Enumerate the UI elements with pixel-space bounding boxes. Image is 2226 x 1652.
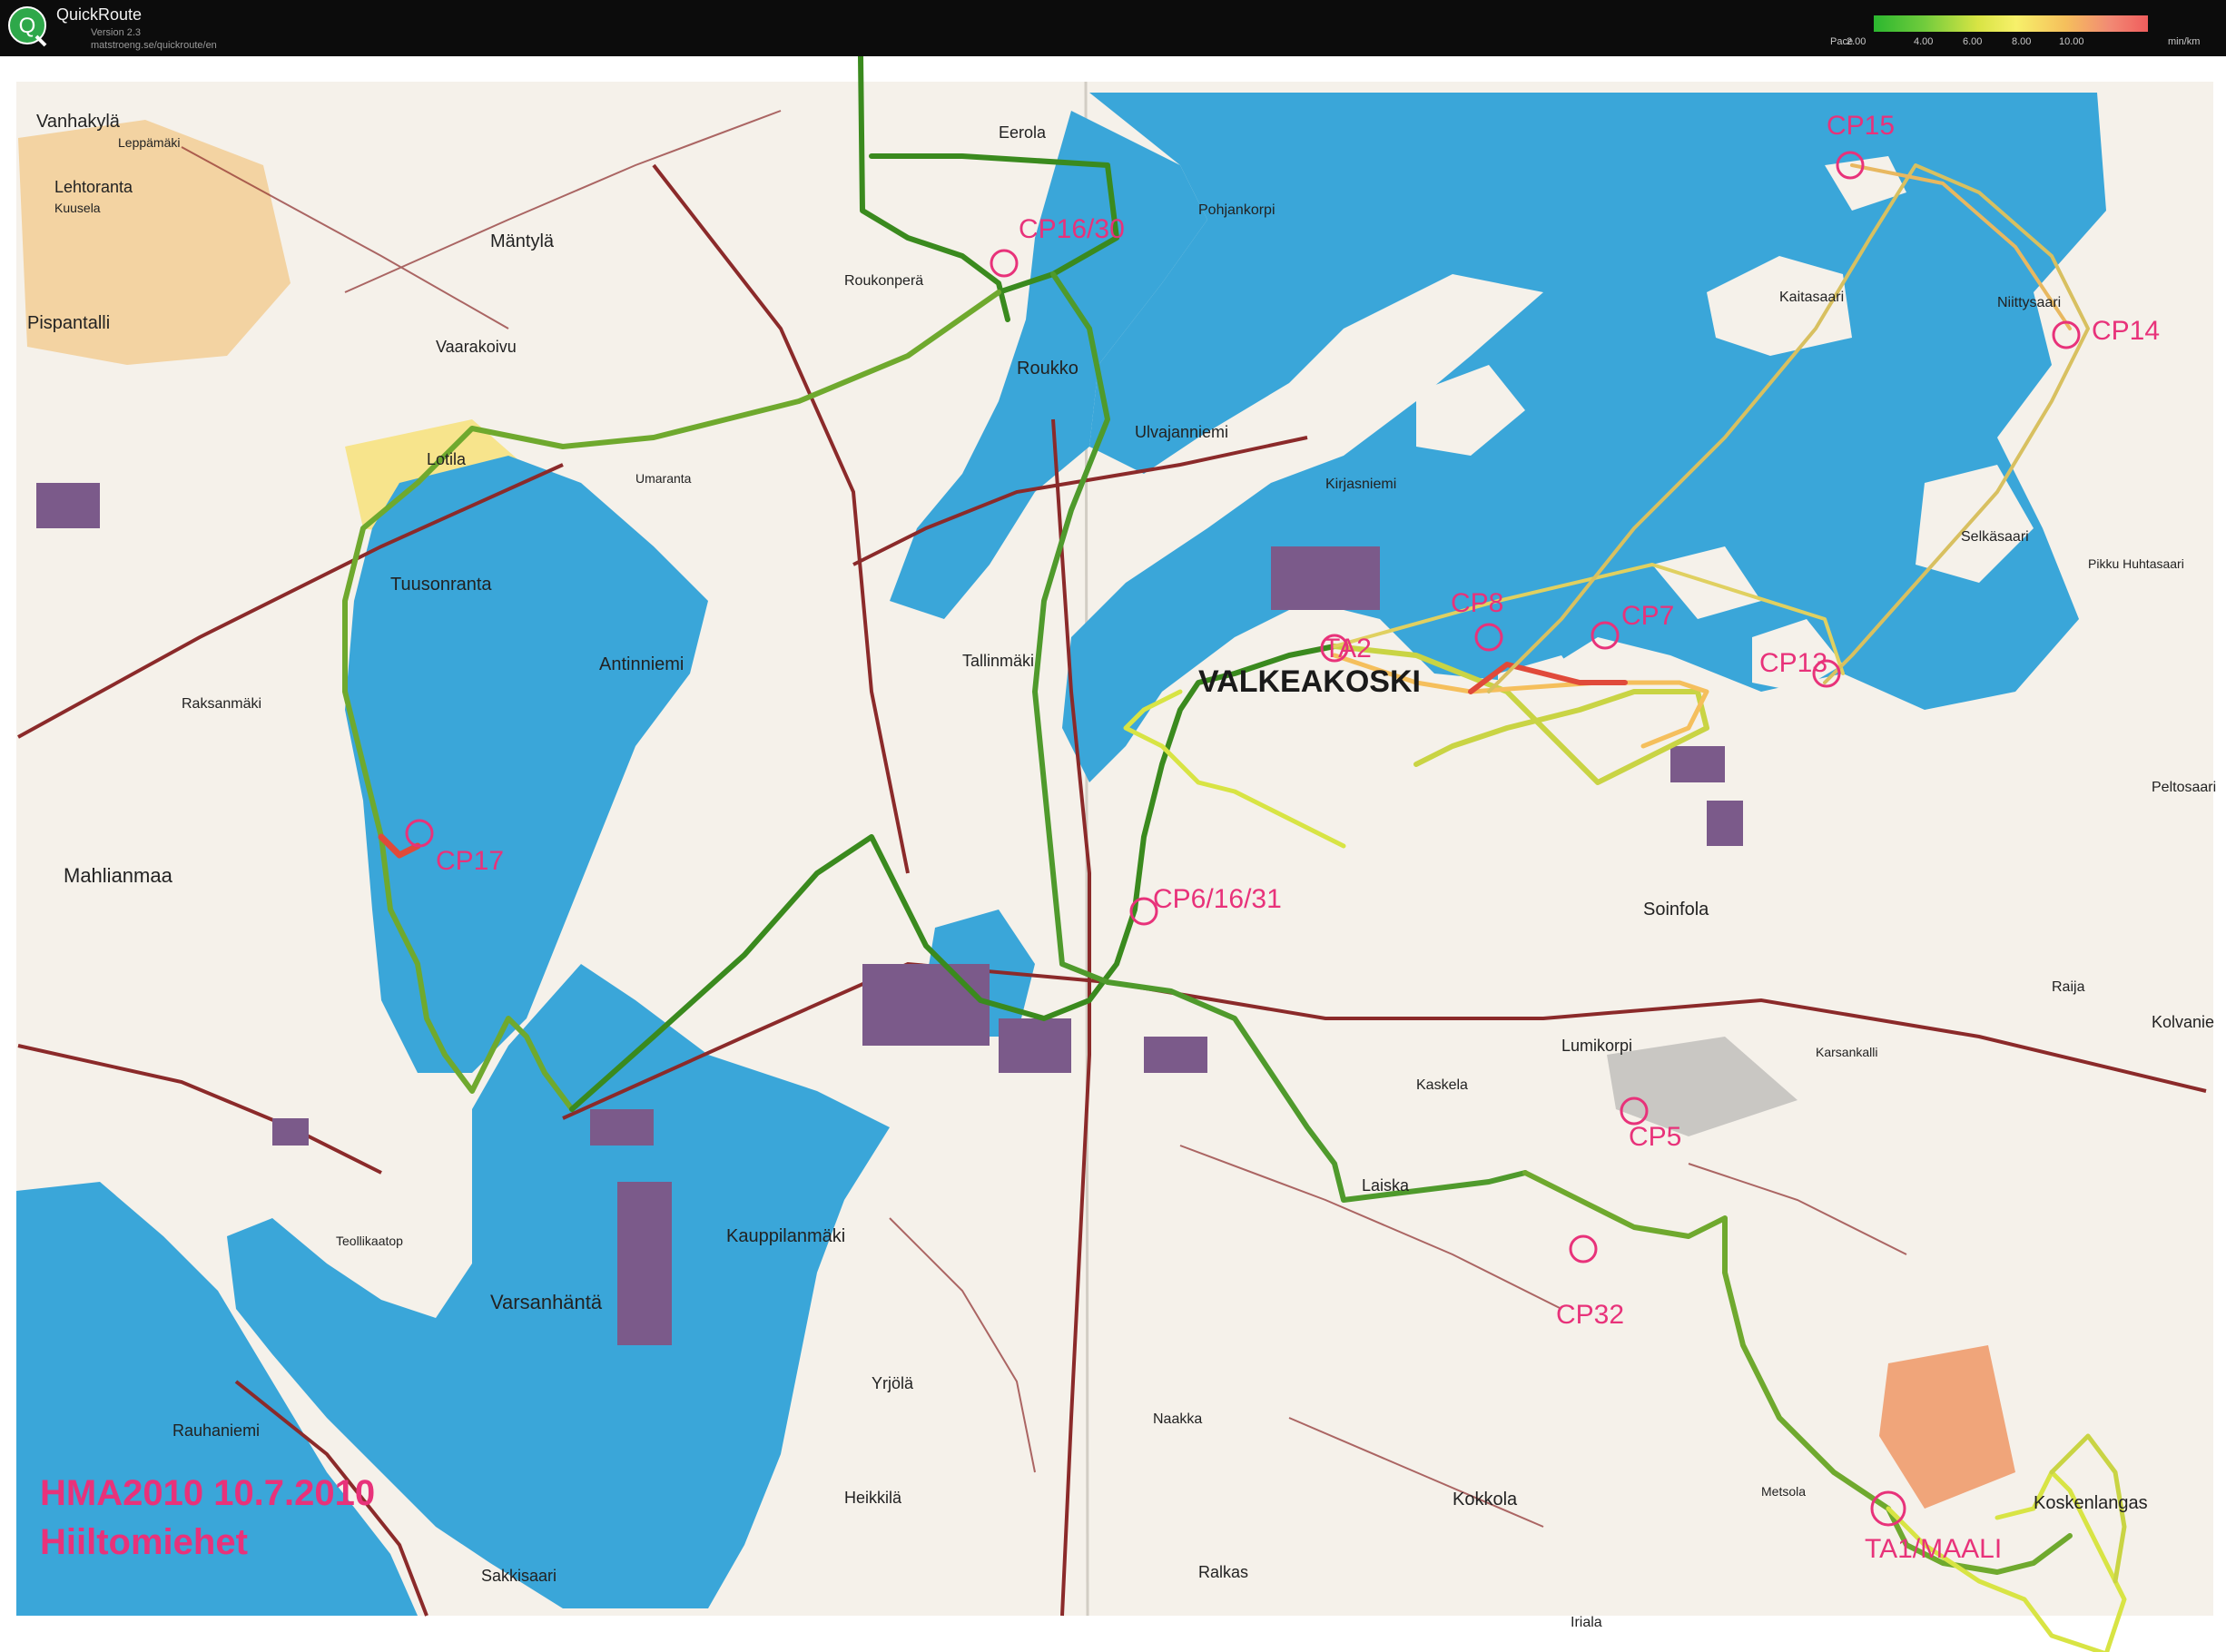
pace-tick: 6.00 (1963, 36, 1983, 47)
label-vanhakyla: Vanhakylä (36, 112, 121, 132)
label-peltosaari: Peltosaari (2152, 780, 2216, 795)
label-soinfola: Soinfola (1643, 900, 1709, 919)
label-heikkila: Heikkilä (844, 1489, 902, 1507)
label-sakkisaari: Sakkisaari (481, 1567, 556, 1585)
label-pispantalli: Pispantalli (27, 313, 110, 333)
label-naakka: Naakka (1153, 1411, 1202, 1427)
app-name: QuickRoute (56, 5, 143, 24)
label-roukko: Roukko (1017, 359, 1079, 379)
label-kaskela: Kaskela (1416, 1077, 1468, 1093)
label-kauppilanmaki: Kauppilanmäki (726, 1226, 845, 1246)
label-tuusonranta: Tuusonranta (390, 575, 492, 595)
label-kaitasaari: Kaitasaari (1779, 290, 1844, 305)
label-ralkas: Ralkas (1198, 1563, 1248, 1581)
label-rauhaniemi: Rauhaniemi (172, 1421, 260, 1440)
label-mahlianmaa: Mahlianmaa (64, 864, 173, 887)
pace-tick: 8.00 (2012, 36, 2032, 47)
svg-text:Q: Q (19, 14, 36, 38)
map-canvas[interactable]: CP15 CP14 CP13 CP7 CP8 TA2 CP17 CP16/30 … (0, 56, 2226, 1652)
pace-unit: min/km (2168, 36, 2201, 47)
label-tallinmaki: Tallinmäki (962, 652, 1034, 670)
label-roukonpera: Roukonperä (844, 273, 923, 289)
pace-tick: 2.00 (1847, 36, 1866, 47)
control-cp14: CP14 (2092, 316, 2160, 346)
label-umaranta: Umaranta (635, 471, 692, 486)
pace-color-scale (1874, 15, 2148, 32)
app-version: Version 2.3 (91, 27, 142, 38)
control-ta2: TA2 (1324, 634, 1372, 664)
label-valkeakoski: VALKEAKOSKI (1198, 664, 1421, 699)
label-leppamaki: Leppämäki (118, 135, 181, 150)
control-cp15: CP15 (1827, 111, 1895, 141)
label-iriala: Iriala (1571, 1615, 1602, 1630)
control-cp8: CP8 (1451, 588, 1503, 618)
label-pikku-huhtasaari: Pikku Huhtasaari (2088, 556, 2184, 571)
control-cp16: CP16/30 (1019, 214, 1125, 244)
label-raija: Raija (2052, 979, 2085, 995)
label-laiska: Laiska (1362, 1176, 1410, 1195)
label-varsanhanta: Varsanhäntä (490, 1291, 603, 1313)
label-ulvajanniemi: Ulvajanniemi (1135, 423, 1228, 441)
label-kokkola: Kokkola (1453, 1490, 1518, 1509)
control-cp13: CP13 (1759, 648, 1827, 678)
label-karsankalli: Karsankalli (1816, 1045, 1877, 1059)
control-cp7: CP7 (1621, 601, 1674, 631)
app-url: matstroeng.se/quickroute/en (91, 40, 217, 51)
label-lumikorpi: Lumikorpi (1561, 1037, 1632, 1055)
label-metsola: Metsola (1761, 1484, 1806, 1499)
label-teollikaatop: Teollikaatop (336, 1234, 403, 1248)
app-header: Q QuickRoute Version 2.3 matstroeng.se/q… (0, 0, 2226, 56)
label-koskenlangas: Koskenlangas (2034, 1493, 2148, 1513)
label-niittysaari: Niittysaari (1997, 295, 2061, 310)
event-subtitle: Hiiltomiehet (40, 1522, 248, 1562)
control-cp17: CP17 (436, 846, 504, 876)
label-kirjasniemi: Kirjasniemi (1325, 477, 1396, 492)
label-lotila: Lotila (427, 450, 467, 468)
quickroute-logo-icon: Q (8, 6, 47, 47)
label-antinniemi: Antinniemi (599, 654, 684, 674)
label-pohjankorpi: Pohjankorpi (1198, 202, 1276, 218)
label-kuusela: Kuusela (54, 201, 101, 215)
control-cp6: CP6/16/31 (1153, 884, 1282, 914)
control-ta1: TA1/MAALI (1865, 1534, 2002, 1564)
label-raksanmaki: Raksanmäki (182, 696, 261, 712)
label-mantyla: Mäntylä (490, 231, 555, 251)
pace-tick: 4.00 (1914, 36, 1934, 47)
label-kolvanie: Kolvanie (2152, 1013, 2214, 1031)
pace-tick: 10.00 (2059, 36, 2084, 47)
label-vaarakoivu: Vaarakoivu (436, 338, 517, 356)
label-eerola: Eerola (999, 123, 1047, 142)
label-selkasaari: Selkäsaari (1961, 529, 2029, 545)
orienteering-map[interactable]: CP15 CP14 CP13 CP7 CP8 TA2 CP17 CP16/30 … (0, 56, 2226, 1652)
event-title: HMA2010 10.7.2010 (40, 1473, 375, 1513)
control-cp32: CP32 (1556, 1300, 1624, 1330)
control-cp5: CP5 (1629, 1122, 1681, 1152)
label-lehtoranta: Lehtoranta (54, 178, 133, 196)
label-yrjola: Yrjölä (872, 1374, 914, 1392)
